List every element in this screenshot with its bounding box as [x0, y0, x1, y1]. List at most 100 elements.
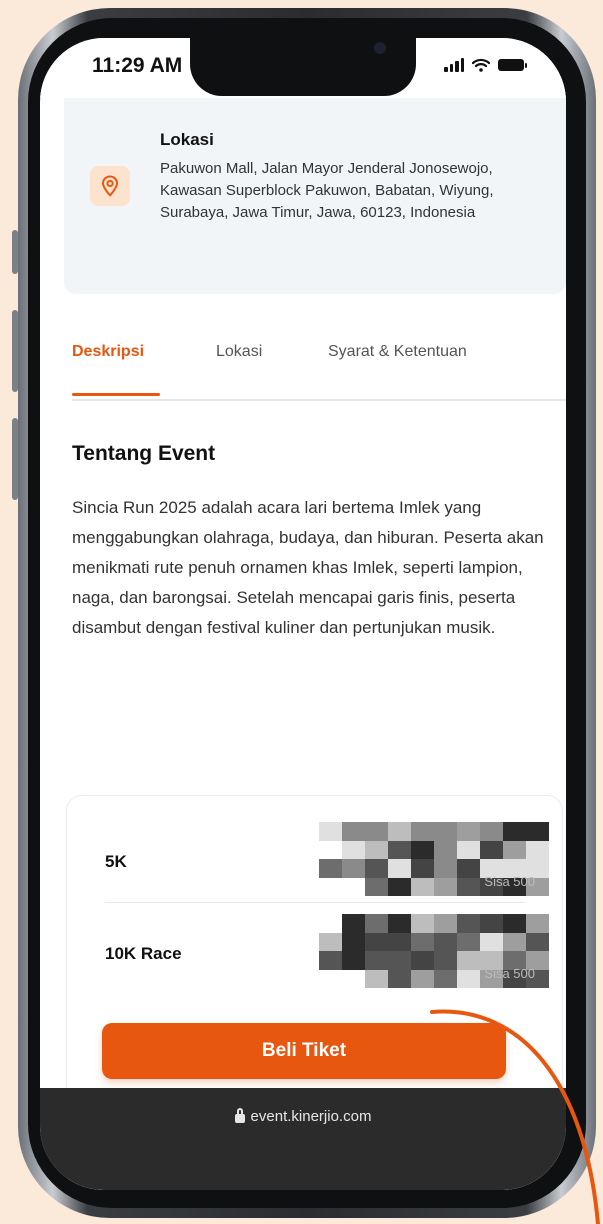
redaction-pixel	[434, 914, 457, 933]
redaction-pixel	[388, 969, 411, 988]
redaction-pixel	[411, 969, 434, 988]
redaction-pixel	[503, 914, 526, 933]
redaction-pixel	[503, 822, 526, 841]
redaction-pixel	[480, 932, 503, 951]
status-bar: 11:29 AM	[40, 38, 566, 98]
redaction-pixel	[342, 932, 365, 951]
redaction-pixel	[319, 859, 342, 878]
location-pin-icon	[101, 175, 119, 197]
redaction-pixel	[411, 914, 434, 933]
redaction-pixel	[388, 840, 411, 859]
location-title: Lokasi	[160, 130, 214, 149]
redaction-pixel	[342, 951, 365, 970]
redaction-pixel	[388, 822, 411, 841]
redaction-pixel	[480, 914, 503, 933]
redaction-pixel	[526, 840, 549, 859]
location-icon-box	[90, 166, 130, 206]
redaction-pixel	[526, 822, 549, 841]
redaction-pixel	[434, 877, 457, 896]
volume-up-button	[12, 310, 18, 392]
redaction-pixel	[388, 932, 411, 951]
redaction-pixel	[365, 859, 388, 878]
redaction-pixel	[503, 840, 526, 859]
redaction-pixel	[365, 877, 388, 896]
tab-syarat-ketentuan[interactable]: Syarat & Ketentuan	[328, 343, 467, 361]
about-title: Tentang Event	[72, 442, 216, 465]
redaction-pixel	[365, 840, 388, 859]
redaction-pixel	[342, 822, 365, 841]
redaction-pixel	[342, 914, 365, 933]
lock-icon	[234, 1107, 245, 1123]
volume-down-button	[12, 418, 18, 500]
ticket-remaining: Sisa 500	[484, 874, 535, 889]
redaction-pixel	[411, 951, 434, 970]
tab-bar: Deskripsi Lokasi Syarat & Ketentuan	[72, 343, 566, 401]
redaction-pixel	[342, 840, 365, 859]
mute-switch	[12, 230, 18, 274]
redaction-pixel	[480, 840, 503, 859]
ticket-price-redacted: Sisa 500	[319, 822, 549, 896]
redaction-pixel	[365, 951, 388, 970]
redaction-pixel	[434, 932, 457, 951]
redaction-pixel	[434, 822, 457, 841]
page-content: Lokasi Pakuwon Mall, Jalan Mayor Jendera…	[40, 38, 566, 1190]
redaction-pixel	[526, 932, 549, 951]
redaction-pixel	[457, 914, 480, 933]
redaction-pixel	[319, 822, 342, 841]
redaction-pixel	[457, 969, 480, 988]
redaction-pixel	[457, 877, 480, 896]
redaction-pixel	[457, 859, 480, 878]
redaction-pixel	[388, 859, 411, 878]
redaction-pixel	[480, 822, 503, 841]
battery-icon	[498, 59, 527, 71]
redaction-pixel	[457, 951, 480, 970]
about-description: Sincia Run 2025 adalah acara lari bertem…	[72, 498, 544, 637]
wifi-icon	[472, 58, 490, 72]
active-tab-indicator	[72, 393, 160, 396]
redaction-pixel	[365, 932, 388, 951]
redaction-pixel	[434, 840, 457, 859]
redaction-pixel	[411, 932, 434, 951]
dynamic-notch	[190, 38, 416, 96]
url-display[interactable]: event.kinerjio.com	[234, 1106, 372, 1126]
redaction-pixel	[319, 951, 342, 970]
redaction-pixel	[411, 840, 434, 859]
redaction-pixel	[365, 822, 388, 841]
redaction-pixel	[342, 859, 365, 878]
ticket-name: 5K	[105, 852, 127, 871]
cellular-signal-icon	[444, 58, 464, 72]
status-time: 11:29 AM	[92, 54, 183, 77]
tab-lokasi[interactable]: Lokasi	[216, 343, 262, 361]
ticket-divider	[105, 902, 525, 903]
browser-url-bar[interactable]: event.kinerjio.com	[40, 1088, 566, 1190]
redaction-pixel	[457, 932, 480, 951]
url-text: event.kinerjio.com	[250, 1107, 372, 1125]
ticket-price-redacted: Sisa 500	[319, 914, 549, 988]
tab-deskripsi[interactable]: Deskripsi	[72, 343, 144, 361]
redaction-pixel	[411, 877, 434, 896]
buy-ticket-button[interactable]: Beli Tiket	[102, 1023, 506, 1079]
redaction-pixel	[457, 822, 480, 841]
ticket-row-5k[interactable]: 5K Sisa 500	[105, 822, 549, 896]
phone-screen: Lokasi Pakuwon Mall, Jalan Mayor Jendera…	[40, 38, 566, 1190]
redaction-pixel	[365, 914, 388, 933]
redaction-pixel	[388, 877, 411, 896]
redaction-pixel	[365, 969, 388, 988]
redaction-pixel	[411, 859, 434, 878]
status-icons	[444, 58, 527, 72]
ticket-card: 5K Sisa 500 10K Race Sisa 500	[66, 795, 563, 1135]
redaction-pixel	[434, 859, 457, 878]
redaction-pixel	[526, 914, 549, 933]
front-camera	[374, 42, 386, 54]
redaction-pixel	[434, 951, 457, 970]
ticket-name: 10K Race	[105, 944, 182, 963]
redaction-pixel	[319, 932, 342, 951]
ticket-remaining: Sisa 500	[484, 966, 535, 981]
redaction-pixel	[411, 822, 434, 841]
ticket-row-10k[interactable]: 10K Race Sisa 500	[105, 914, 549, 988]
redaction-pixel	[503, 932, 526, 951]
redaction-pixel	[388, 951, 411, 970]
redaction-pixel	[457, 840, 480, 859]
location-address: Pakuwon Mall, Jalan Mayor Jenderal Jonos…	[160, 160, 494, 221]
redaction-pixel	[434, 969, 457, 988]
